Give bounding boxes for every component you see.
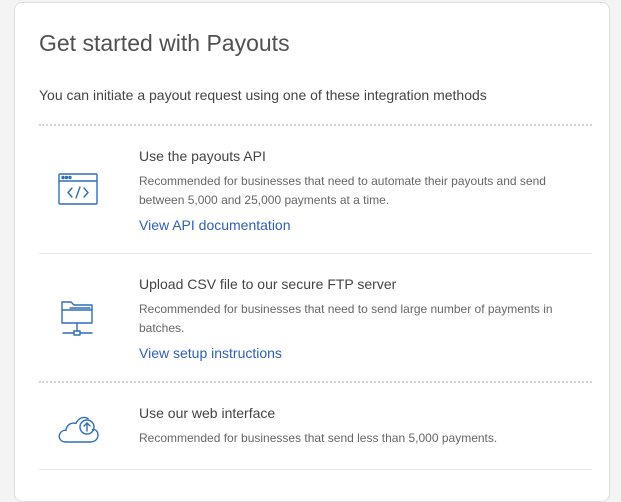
view-api-documentation-link[interactable]: View API documentation [139,217,291,233]
divider [39,124,592,126]
divider [39,381,592,383]
method-ftp: Upload CSV file to our secure FTP server… [39,276,592,366]
view-setup-instructions-link[interactable]: View setup instructions [139,345,282,361]
payouts-card: Get started with Payouts You can initiat… [14,2,610,502]
divider [39,253,592,254]
method-title: Upload CSV file to our secure FTP server [139,276,397,292]
code-window-icon [57,170,101,210]
method-title: Use our web interface [139,405,276,421]
method-api: Use the payouts API Recommended for busi… [39,148,592,238]
intro-text: You can initiate a payout request using … [39,87,487,103]
method-description: Recommended for businesses that send les… [139,431,498,445]
page-title: Get started with Payouts [39,30,290,56]
method-description: Recommended for businesses that need to … [139,302,553,335]
method-web-interface: Use our web interface Recommended for bu… [39,405,592,465]
divider [39,469,592,470]
method-title: Use the payouts API [139,148,266,164]
method-description: Recommended for businesses that need to … [139,174,546,207]
ftp-folder-icon [57,296,101,336]
cloud-upload-icon [57,409,101,449]
